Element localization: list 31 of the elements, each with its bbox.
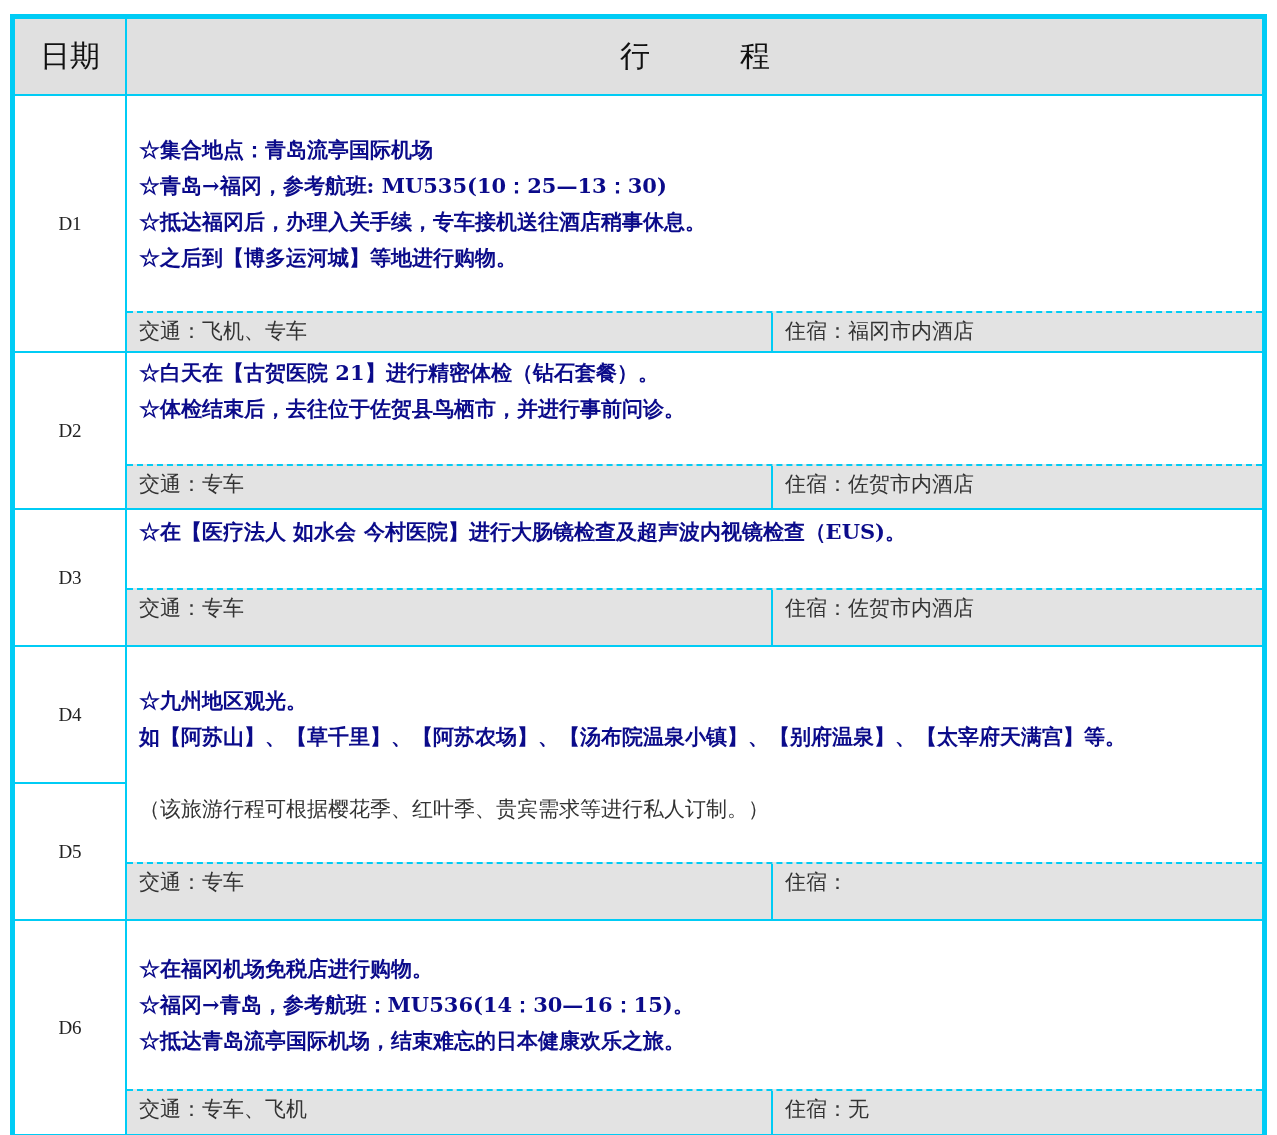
lodging-cell-text: 住宿：佐贺市内酒店 [784,471,975,498]
column-header: 日期 [15,19,127,94]
itinerary-line: ☆白天在【古贺医院 21】进行精密体检（钻石套餐）。 [139,359,660,387]
date-cell-text: D3 [57,565,83,590]
itinerary-line: ☆福冈→青岛，参考航班：MU536(14：30—16：15)。 [139,991,695,1019]
transport-cell: 交通：飞机、专车 [127,313,773,351]
itinerary-line: ☆体检结束后，去往位于佐贺县鸟栖市，并进行事前问诊。 [139,395,686,423]
note-text: （该旅游行程可根据樱花季、红叶季、贵宾需求等进行私人订制。） [139,795,770,823]
itinerary-line: ☆青岛→福冈，参考航班: MU535(10：25—13：30) [139,171,668,200]
itinerary-line: ☆之后到【博多运河城】等地进行购物。 [139,243,518,272]
transport-cell: 交通：专车 [127,590,773,645]
itinerary-line: ☆在【医疗法人 如水会 今村医院】进行大肠镜检查及超声波内视镜检查（EUS)。 [139,518,908,546]
lodging-cell-text: 住宿：无 [784,1096,870,1123]
itinerary-line: ☆抵达青岛流亭国际机场，结束难忘的日本健康欢乐之旅。 [139,1027,686,1055]
transport-cell: 交通：专车 [127,864,773,919]
date-cell: D5 [15,782,125,919]
lodging-cell-text: 住宿：佐贺市内酒店 [784,595,975,622]
itinerary-line: ☆九州地区观光。 [139,686,308,715]
date-cell-text: D4 [57,702,83,727]
itinerary-line: ☆在福冈机场免税店进行购物。 [139,955,434,983]
date-cell-text: D1 [57,211,83,236]
itinerary-line: 如【阿苏山】、【草千里】、【阿苏农场】、【汤布院温泉小镇】、【别府温泉】、【太宰府天满宫】等。 [139,722,1127,751]
date-cell-text: D2 [57,418,83,443]
itinerary-line: ☆集合地点：青岛流亭国际机场 [139,135,434,164]
itinerary-line: ☆抵达福冈后，办理入关手续，专车接机送往酒店稍事休息。 [139,207,707,236]
lodging-cell-text: 住宿：福冈市内酒店 [784,318,975,345]
column-header: 行 程 [127,19,1262,94]
transport-cell: 交通：专车、飞机 [127,1091,773,1134]
date-cell-text: D6 [57,1015,83,1040]
lodging-cell-text: 住宿： [784,869,849,896]
transport-cell: 交通：专车 [127,466,773,508]
